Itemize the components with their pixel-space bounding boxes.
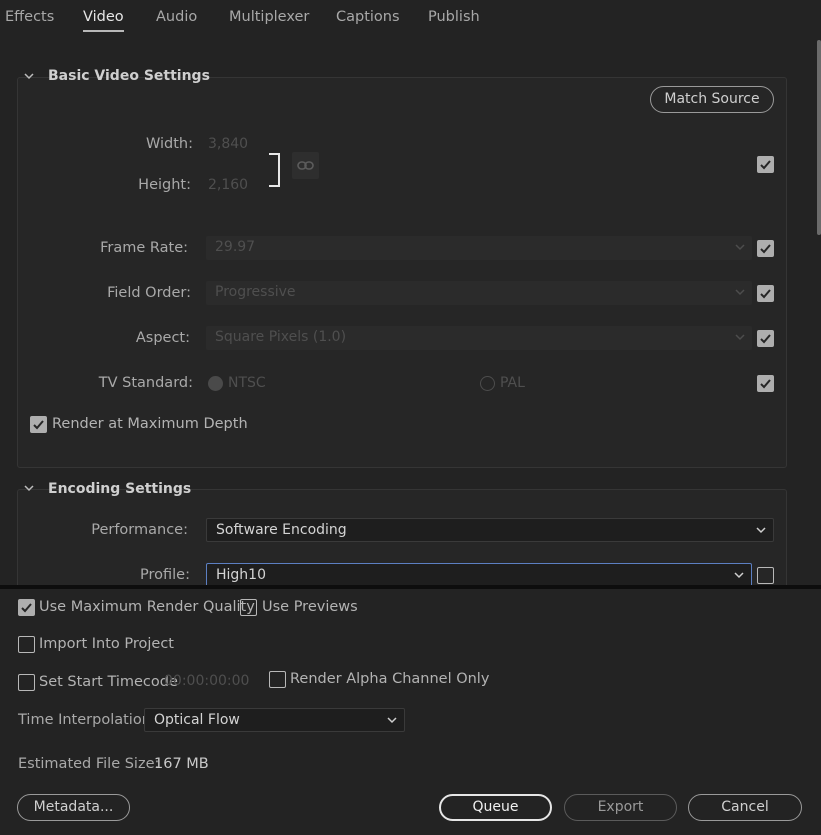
performance-dropdown[interactable]: Software Encoding [206, 518, 774, 542]
profile-label: Profile: [140, 567, 190, 583]
queue-button[interactable]: Queue [439, 794, 552, 821]
frame-rate-override-checkbox[interactable] [757, 240, 774, 257]
basic-video-settings-title: Basic Video Settings [48, 68, 210, 84]
chevron-down-icon [735, 244, 745, 251]
profile-dropdown[interactable]: High10 [206, 563, 752, 585]
pal-radio[interactable] [480, 376, 495, 391]
time-interpolation-dropdown[interactable]: Optical Flow [144, 708, 405, 732]
checkmark-icon [760, 244, 771, 254]
width-height-override-checkbox[interactable] [757, 156, 774, 173]
tab-bar: Effects Video Audio Multiplexer Captions… [0, 0, 821, 38]
use-max-render-quality-label: Use Maximum Render Quality [39, 599, 255, 615]
estimated-file-size-label: Estimated File Size: [18, 756, 160, 772]
ntsc-radio[interactable] [208, 376, 223, 391]
estimated-file-size-value: 167 MB [154, 756, 209, 772]
checkmark-icon [33, 420, 44, 430]
metadata-button[interactable]: Metadata... [17, 794, 130, 821]
performance-value: Software Encoding [216, 522, 347, 538]
chevron-down-icon [735, 289, 745, 296]
tab-video[interactable]: Video [83, 9, 124, 32]
chevron-down-icon [735, 334, 745, 341]
import-into-project-checkbox[interactable] [18, 636, 35, 653]
match-source-button[interactable]: Match Source [650, 86, 774, 113]
encoding-settings-title: Encoding Settings [48, 481, 192, 497]
tab-effects[interactable]: Effects [5, 9, 54, 25]
use-previews-checkbox[interactable] [240, 599, 257, 616]
settings-scroll-area[interactable]: Basic Video Settings Match Source Width:… [0, 40, 821, 585]
start-timecode-field[interactable]: 00:00:00:00 [164, 673, 249, 689]
chevron-down-icon [734, 572, 744, 579]
checkmark-icon [760, 289, 771, 299]
render-alpha-only-checkbox[interactable] [269, 671, 286, 688]
set-start-timecode-checkbox[interactable] [18, 674, 35, 691]
frame-rate-dropdown[interactable]: 29.97 [206, 236, 752, 260]
tab-audio[interactable]: Audio [156, 9, 197, 25]
checkmark-icon [760, 334, 771, 344]
chevron-down-icon [387, 717, 397, 724]
collapse-chevron-icon[interactable] [23, 483, 35, 493]
tab-publish[interactable]: Publish [428, 9, 480, 25]
render-max-depth-checkbox[interactable] [30, 416, 47, 433]
settings-scrollbar[interactable] [817, 40, 821, 235]
field-order-override-checkbox[interactable] [757, 285, 774, 302]
frame-rate-value: 29.97 [215, 239, 256, 255]
tab-multiplexer[interactable]: Multiplexer [229, 9, 309, 25]
frame-rate-label: Frame Rate: [100, 240, 188, 256]
height-label: Height: [138, 177, 191, 193]
field-order-label: Field Order: [107, 285, 191, 301]
width-label: Width: [145, 136, 193, 152]
render-alpha-only-label: Render Alpha Channel Only [290, 671, 490, 687]
ntsc-label: NTSC [228, 375, 266, 391]
set-start-timecode-label: Set Start Timecode [39, 674, 178, 690]
tv-standard-label: TV Standard: [98, 375, 193, 391]
aspect-link-bracket-icon [269, 153, 280, 187]
tab-captions[interactable]: Captions [336, 9, 400, 25]
chain-link-icon [297, 161, 314, 170]
aspect-override-checkbox[interactable] [757, 330, 774, 347]
checkmark-icon [21, 603, 32, 613]
profile-value: High10 [216, 567, 266, 583]
import-into-project-label: Import Into Project [39, 636, 174, 652]
time-interpolation-value: Optical Flow [154, 712, 240, 728]
constrain-proportions-button[interactable] [292, 152, 319, 179]
aspect-dropdown[interactable]: Square Pixels (1.0) [206, 326, 752, 350]
render-max-depth-label: Render at Maximum Depth [52, 416, 248, 432]
height-value: 2,160 [208, 177, 249, 193]
export-options-area: Use Maximum Render Quality Use Previews … [0, 589, 821, 835]
collapse-chevron-icon[interactable] [23, 71, 35, 81]
aspect-label: Aspect: [135, 330, 190, 346]
chevron-down-icon [756, 527, 766, 534]
width-value: 3,840 [208, 136, 249, 152]
checkmark-icon [760, 160, 771, 170]
checkmark-icon [760, 379, 771, 389]
performance-label: Performance: [91, 522, 188, 538]
field-order-value: Progressive [215, 284, 296, 300]
cancel-button[interactable]: Cancel [688, 794, 802, 821]
export-button[interactable]: Export [564, 794, 677, 821]
use-max-render-quality-checkbox[interactable] [18, 599, 35, 616]
time-interpolation-label: Time Interpolation: [18, 712, 156, 728]
aspect-value: Square Pixels (1.0) [215, 329, 347, 345]
field-order-dropdown[interactable]: Progressive [206, 281, 752, 305]
tv-standard-override-checkbox[interactable] [757, 375, 774, 392]
profile-override-checkbox[interactable] [757, 567, 774, 584]
pal-label: PAL [500, 375, 525, 391]
use-previews-label: Use Previews [262, 599, 358, 615]
